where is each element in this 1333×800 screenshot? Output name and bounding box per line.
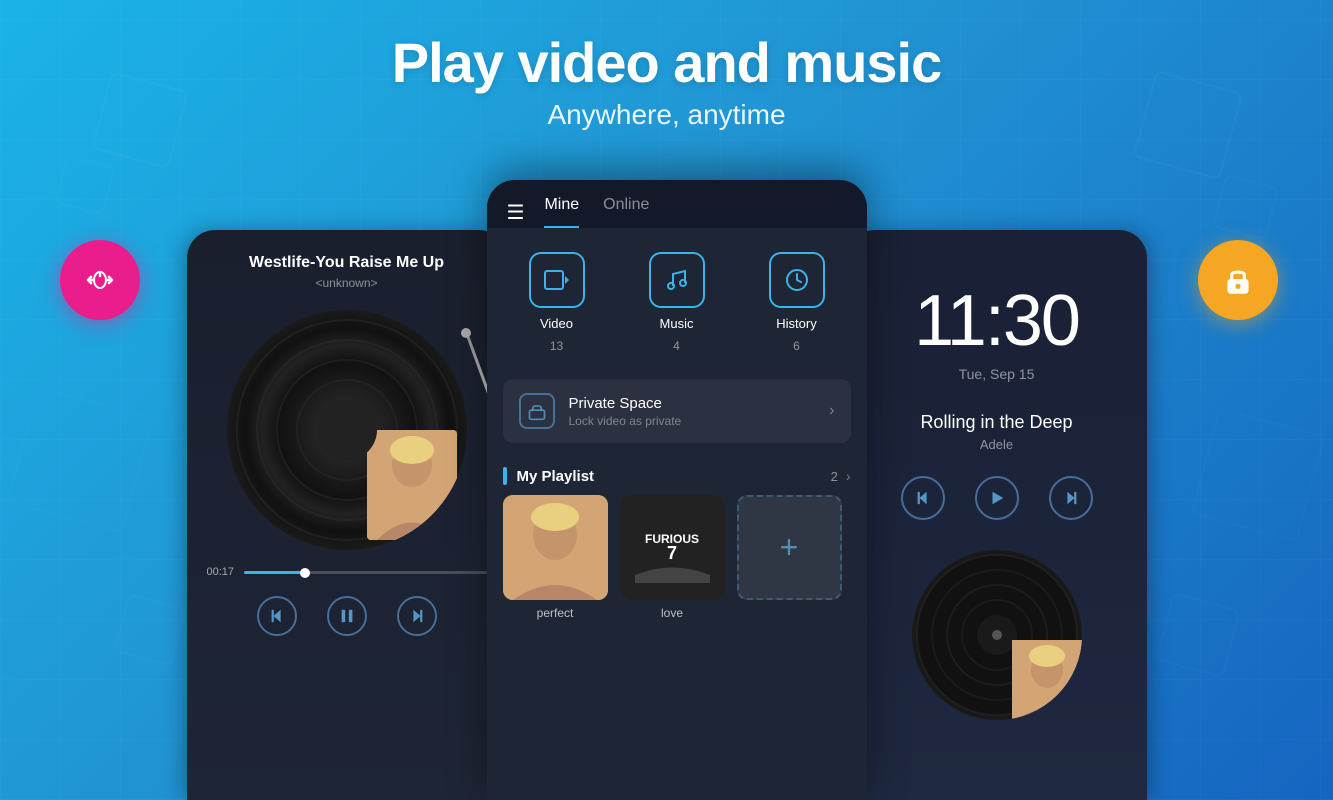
right-prev-icon	[914, 489, 932, 507]
video-section[interactable]: Video 13	[529, 252, 585, 353]
add-icon: +	[737, 495, 842, 600]
music-label: Music	[660, 316, 694, 331]
right-play-icon	[988, 489, 1006, 507]
left-song-title: Westlife-You Raise Me Up	[187, 230, 507, 272]
right-prev-button[interactable]	[901, 476, 945, 520]
video-label: Video	[540, 316, 573, 331]
playlist-item-img-love: FURIOUS 7	[620, 495, 725, 600]
svg-text:7: 7	[666, 543, 676, 563]
private-title: Private Space	[569, 395, 816, 412]
right-date: Tue, Sep 15	[847, 366, 1147, 382]
playlist-item-love[interactable]: FURIOUS 7 love	[620, 495, 725, 620]
playlist-bar	[503, 467, 507, 485]
header-title: Play video and music	[0, 30, 1333, 95]
perfect-img	[503, 495, 608, 600]
center-tabs: Mine Online	[544, 196, 846, 228]
private-lock-icon	[519, 393, 555, 429]
right-person-silhouette	[1012, 640, 1082, 720]
center-phone: ☰ Mine Online Video 13	[487, 180, 867, 800]
history-count: 6	[793, 339, 800, 353]
lock-float-icon[interactable]	[1198, 240, 1278, 320]
playlist-title: My Playlist	[517, 468, 831, 485]
history-section[interactable]: History 6	[769, 252, 825, 353]
perfect-album-art	[503, 495, 608, 600]
needle-circle	[461, 328, 471, 338]
right-next-icon	[1062, 489, 1080, 507]
tab-mine[interactable]: Mine	[544, 196, 579, 228]
playlist-count: 2	[831, 469, 838, 484]
left-progress-fill	[244, 571, 305, 574]
video-count: 13	[550, 339, 563, 353]
gesture-float-icon[interactable]	[60, 240, 140, 320]
history-icon-circle	[769, 252, 825, 308]
right-song-title: Rolling in the Deep	[847, 412, 1147, 433]
left-vinyl	[227, 310, 467, 550]
media-icons-row: Video 13 Music 4	[487, 228, 867, 369]
right-next-button[interactable]	[1049, 476, 1093, 520]
playlist-items: perfect FURIOUS 7 love	[487, 495, 867, 620]
left-prev-button[interactable]	[257, 596, 297, 636]
center-header: ☰ Mine Online	[487, 180, 867, 228]
love-label: love	[620, 606, 725, 620]
left-progress-dot	[300, 568, 310, 578]
right-play-button[interactable]	[975, 476, 1019, 520]
lock-icon	[1219, 261, 1257, 299]
header: Play video and music Anywhere, anytime	[0, 30, 1333, 131]
tab-online[interactable]: Online	[603, 196, 649, 228]
private-chevron-icon: ›	[829, 402, 834, 420]
add-label	[737, 606, 842, 620]
pause-icon	[338, 607, 356, 625]
left-time: 00:17	[207, 566, 235, 578]
playlist-add-btn[interactable]: +	[737, 495, 842, 600]
left-progress-track[interactable]	[244, 571, 486, 574]
right-artist: Adele	[847, 437, 1147, 452]
history-label: History	[776, 316, 816, 331]
music-icon-circle	[649, 252, 705, 308]
private-space-button[interactable]: Private Space Lock video as private ›	[503, 379, 851, 443]
left-album-art	[367, 430, 457, 540]
person-silhouette	[367, 430, 457, 540]
right-time: 11:30	[847, 230, 1147, 362]
history-icon	[783, 266, 811, 294]
music-section[interactable]: Music 4	[649, 252, 705, 353]
right-controls	[847, 452, 1147, 540]
next-icon	[408, 607, 426, 625]
gesture-icon	[82, 262, 118, 298]
private-subtitle: Lock video as private	[569, 414, 816, 428]
music-count: 4	[673, 339, 680, 353]
playlist-header: My Playlist 2 ›	[487, 453, 867, 495]
left-controls	[187, 586, 507, 646]
love-img: FURIOUS 7	[620, 495, 725, 600]
hamburger-button[interactable]: ☰	[507, 200, 525, 225]
playlist-item-img-perfect	[503, 495, 608, 600]
perfect-label: perfect	[503, 606, 608, 620]
lock-icon-small	[527, 401, 547, 421]
music-icon	[663, 266, 691, 294]
playlist-chevron-icon[interactable]: ›	[846, 468, 851, 484]
right-album-art-img	[1012, 640, 1082, 720]
left-progress: 00:17	[187, 550, 507, 586]
left-pause-button[interactable]	[327, 596, 367, 636]
video-icon-circle	[529, 252, 585, 308]
left-phone: Westlife-You Raise Me Up <unknown>	[187, 230, 507, 800]
left-song-artist: <unknown>	[187, 276, 507, 290]
right-vinyl-wrap	[847, 550, 1147, 720]
right-album-art	[1012, 640, 1082, 720]
playlist-item-add[interactable]: +	[737, 495, 842, 620]
left-next-button[interactable]	[397, 596, 437, 636]
phones-container: Westlife-You Raise Me Up <unknown>	[167, 180, 1167, 800]
video-icon	[543, 266, 571, 294]
playlist-item-perfect[interactable]: perfect	[503, 495, 608, 620]
right-vinyl	[912, 550, 1082, 720]
private-text: Private Space Lock video as private	[569, 395, 816, 428]
prev-icon	[268, 607, 286, 625]
left-vinyl-area	[187, 310, 507, 550]
furious7-album-art: FURIOUS 7	[620, 495, 725, 600]
header-subtitle: Anywhere, anytime	[0, 99, 1333, 131]
right-phone: 11:30 Tue, Sep 15 Rolling in the Deep Ad…	[847, 230, 1147, 800]
